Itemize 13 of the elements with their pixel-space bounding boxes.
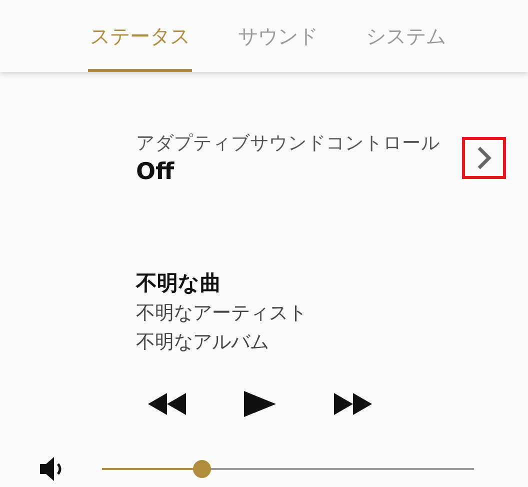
fast-forward-icon[interactable] xyxy=(334,393,372,415)
play-icon[interactable] xyxy=(244,391,276,417)
tab[interactable]: システム xyxy=(364,0,448,72)
album-name: 不明なアルバム xyxy=(136,330,270,355)
rewind-icon[interactable] xyxy=(148,393,186,415)
tab[interactable]: ステータス xyxy=(88,0,192,72)
setting-label: アダプティブサウンドコントロール xyxy=(136,132,441,155)
slider-thumb[interactable] xyxy=(193,460,212,478)
tab[interactable]: サウンド xyxy=(236,0,320,72)
track-title: 不明な曲 xyxy=(136,270,222,297)
artist-name: 不明なアーティスト xyxy=(136,301,308,326)
chevron-right-icon[interactable] xyxy=(462,136,506,178)
setting-value: Off xyxy=(136,159,176,185)
